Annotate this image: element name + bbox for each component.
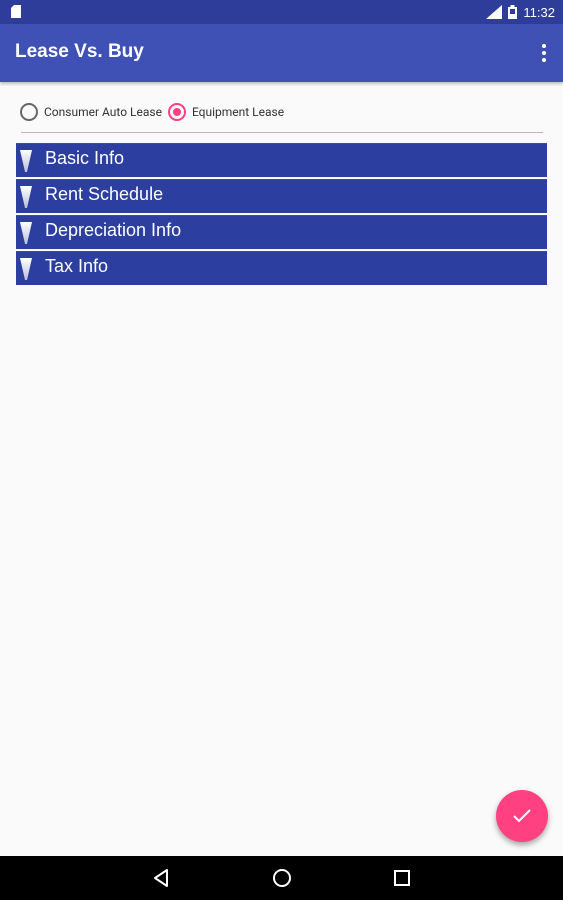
section-label: Tax Info	[45, 256, 109, 276]
expand-arrow-icon	[20, 186, 32, 208]
status-time: 11:32	[523, 4, 555, 20]
section-basic-info[interactable]: Basic Info	[16, 143, 547, 177]
recents-icon[interactable]	[391, 867, 413, 889]
expand-arrow-icon	[20, 150, 32, 172]
consumer-auto-lease-radio[interactable]: Consumer Auto Lease	[20, 103, 162, 121]
back-icon[interactable]	[150, 867, 172, 889]
confirm-fab-button[interactable]	[496, 790, 548, 842]
section-label: Rent Schedule	[45, 184, 164, 204]
section-label: Basic Info	[45, 148, 125, 168]
home-icon[interactable]	[271, 867, 293, 889]
divider	[21, 132, 543, 133]
status-bar: LTE 11:32	[0, 0, 563, 24]
more-vert-icon[interactable]	[540, 38, 548, 68]
section-rent-schedule[interactable]: Rent Schedule	[16, 179, 547, 213]
signal-icon: LTE	[486, 5, 503, 19]
app-title: Lease Vs. Buy	[15, 41, 144, 62]
radio-checked-icon[interactable]	[167, 103, 186, 121]
status-icons: LTE 11:32	[486, 3, 555, 21]
radio-label: Equipment Lease	[191, 105, 285, 119]
expand-arrow-icon	[20, 222, 32, 244]
section-label: Depreciation Info	[45, 220, 182, 240]
section-list: Basic Info Rent Schedule Depreciation In…	[16, 143, 547, 287]
equipment-lease-radio[interactable]: Equipment Lease	[167, 103, 285, 121]
check-icon	[513, 809, 531, 823]
radio-label: Consumer Auto Lease	[44, 105, 162, 119]
app-bar: Lease Vs. Buy	[0, 24, 563, 82]
svg-text:LTE: LTE	[486, 7, 495, 13]
section-tax-info[interactable]: Tax Info	[16, 251, 547, 285]
expand-arrow-icon	[20, 258, 32, 280]
lease-type-radio-group: Consumer Auto Lease Equipment Lease	[20, 103, 290, 121]
navigation-bar	[0, 856, 563, 900]
radio-unchecked-icon[interactable]	[20, 103, 38, 121]
section-depreciation-info[interactable]: Depreciation Info	[16, 215, 547, 249]
sd-card-icon	[11, 5, 21, 18]
battery-icon	[508, 5, 518, 19]
